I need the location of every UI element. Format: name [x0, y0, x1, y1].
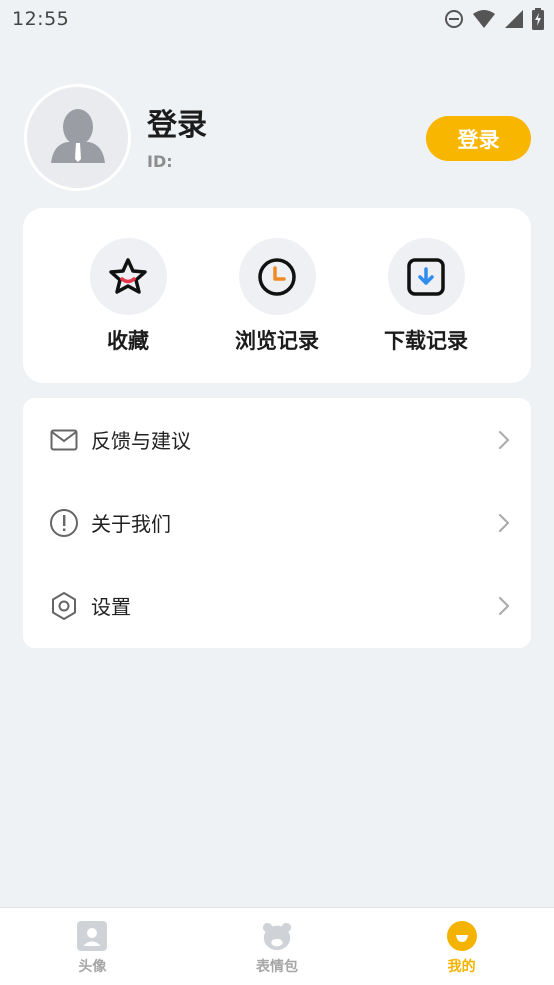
chevron-right-icon [497, 430, 511, 450]
clock-icon [238, 238, 316, 315]
login-button[interactable]: 登录 [426, 116, 531, 161]
nav-tab-mine[interactable]: 我的 [369, 908, 554, 985]
menu-item-feedback[interactable]: 反馈与建议 [23, 398, 531, 481]
quick-actions-card: 收藏 浏览记录 下载记录 [23, 208, 531, 383]
profile-id: ID: [147, 152, 173, 171]
battery-charging-icon [532, 8, 544, 30]
info-exclamation-icon [49, 508, 79, 538]
profile-name[interactable]: 登录 [147, 100, 207, 144]
profile-header: 登录 ID: 登录 [0, 84, 554, 194]
menu-item-label: 关于我们 [91, 512, 171, 536]
downloads-label: 下载记录 [384, 329, 468, 353]
bear-face-icon [261, 920, 293, 952]
wifi-icon [472, 9, 496, 29]
profile-face-icon [446, 920, 478, 952]
nav-label: 头像 [78, 959, 107, 975]
chevron-right-icon [497, 596, 511, 616]
signal-icon [504, 9, 524, 29]
favorites-label: 收藏 [107, 329, 149, 353]
nav-label: 表情包 [256, 959, 298, 975]
do-not-disturb-icon [444, 9, 464, 29]
star-icon [89, 238, 167, 315]
avatar-card-icon [76, 920, 108, 952]
bottom-navigation: 头像 表情包 我的 [0, 907, 554, 985]
downloads-action[interactable]: 下载记录 [366, 238, 486, 358]
history-action[interactable]: 浏览记录 [217, 238, 337, 358]
nav-tab-avatar[interactable]: 头像 [0, 908, 185, 985]
settings-hexagon-icon [49, 591, 79, 621]
history-label: 浏览记录 [235, 329, 319, 353]
status-icons [444, 8, 544, 30]
menu-item-label: 反馈与建议 [91, 429, 191, 453]
menu-item-label: 设置 [91, 595, 131, 619]
mail-icon [49, 425, 79, 455]
download-icon [387, 238, 465, 315]
status-bar: 12:55 [0, 0, 554, 38]
nav-label: 我的 [447, 959, 476, 975]
menu-item-about[interactable]: 关于我们 [23, 481, 531, 564]
menu-item-settings[interactable]: 设置 [23, 564, 531, 647]
nav-tab-stickers[interactable]: 表情包 [185, 908, 370, 985]
settings-menu: 反馈与建议 关于我们 设置 [23, 398, 531, 648]
avatar[interactable] [24, 84, 131, 191]
default-user-icon [27, 87, 128, 188]
chevron-right-icon [497, 513, 511, 533]
status-time: 12:55 [12, 8, 70, 30]
favorites-action[interactable]: 收藏 [68, 238, 188, 358]
